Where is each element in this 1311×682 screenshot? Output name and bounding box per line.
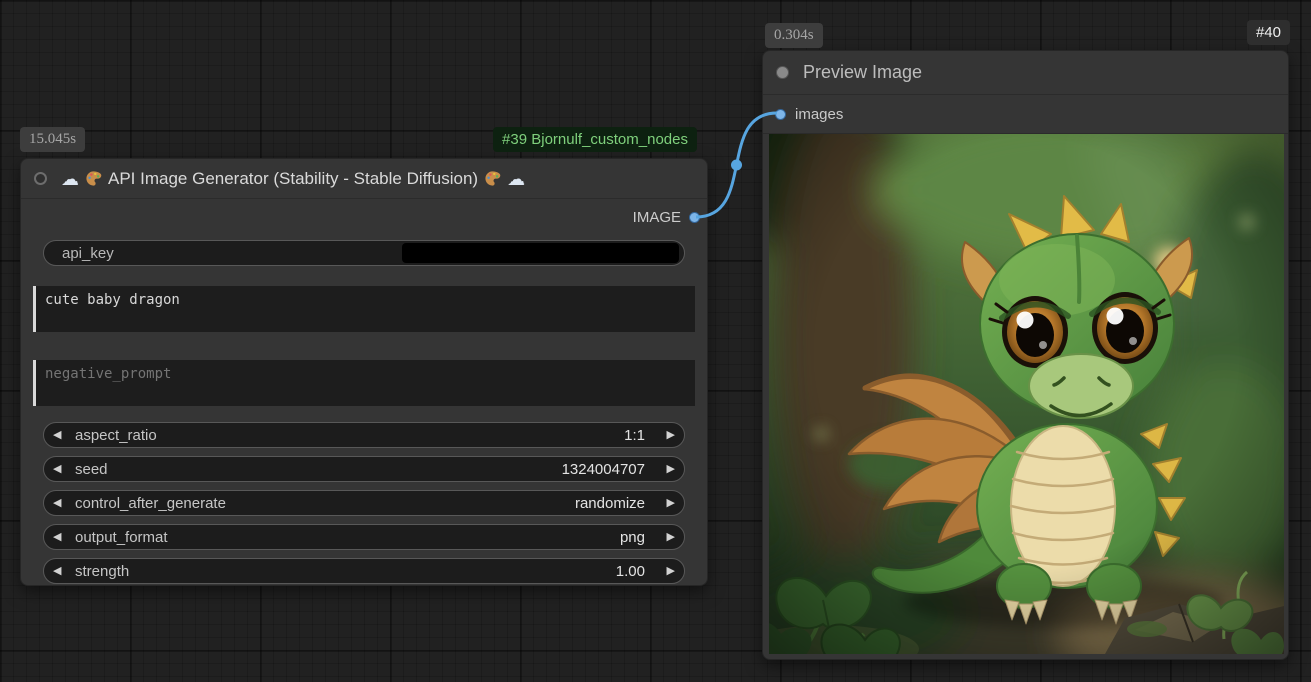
graph-canvas[interactable]: 15.045s #39 Bjornulf_custom_nodes 0.304s… bbox=[0, 0, 1311, 682]
prompt-textarea[interactable]: cute baby dragon bbox=[33, 286, 695, 332]
widget-value: 1.00 bbox=[616, 563, 645, 580]
increment-arrow-icon[interactable]: ▶ bbox=[655, 498, 675, 509]
widget-label: aspect_ratio bbox=[75, 427, 157, 444]
decrement-arrow-icon[interactable]: ◀ bbox=[53, 464, 73, 475]
preview-title: Preview Image bbox=[803, 62, 922, 83]
increment-arrow-icon[interactable]: ▶ bbox=[655, 464, 675, 475]
image-output-label: IMAGE bbox=[633, 209, 681, 226]
exec-time-badge-preview: 0.304s bbox=[765, 23, 823, 48]
decrement-arrow-icon[interactable]: ◀ bbox=[53, 532, 73, 543]
widget-label: output_format bbox=[75, 529, 168, 546]
cloud-icon: ☁ bbox=[507, 170, 525, 188]
link-midpoint-dot bbox=[731, 160, 742, 171]
cloud-icon: ☁ bbox=[61, 170, 79, 188]
widget-control-after-generate[interactable]: ◀ control_after_generate randomize ▶ bbox=[43, 490, 685, 516]
node-type-badge-generator: #39 Bjornulf_custom_nodes bbox=[493, 127, 697, 152]
preview-image bbox=[769, 134, 1284, 654]
decrement-arrow-icon[interactable]: ◀ bbox=[53, 566, 73, 577]
widget-value: 1:1 bbox=[624, 427, 645, 444]
widget-aspect-ratio[interactable]: ◀ aspect_ratio 1:1 ▶ bbox=[43, 422, 685, 448]
widget-seed[interactable]: ◀ seed 1324004707 ▶ bbox=[43, 456, 685, 482]
increment-arrow-icon[interactable]: ▶ bbox=[655, 566, 675, 577]
widget-value: 1324004707 bbox=[562, 461, 645, 478]
preview-header[interactable]: Preview Image bbox=[763, 51, 1288, 95]
images-input-port[interactable] bbox=[775, 109, 786, 120]
widget-strength[interactable]: ◀ strength 1.00 ▶ bbox=[43, 558, 685, 584]
palette-icon bbox=[85, 170, 102, 187]
api-key-masked-value bbox=[402, 243, 679, 263]
prompt-text: cute baby dragon bbox=[45, 292, 180, 308]
widget-label: seed bbox=[75, 461, 108, 478]
widget-output-format[interactable]: ◀ output_format png ▶ bbox=[43, 524, 685, 550]
api-key-label: api_key bbox=[62, 245, 114, 262]
collapse-dot[interactable] bbox=[34, 172, 47, 185]
increment-arrow-icon[interactable]: ▶ bbox=[655, 430, 675, 441]
images-input-row: images bbox=[763, 95, 1288, 134]
node-id-badge-preview: #40 bbox=[1247, 20, 1290, 45]
node-api-image-generator[interactable]: ☁ API Image Generator (Stability - Stabl… bbox=[20, 158, 708, 586]
increment-arrow-icon[interactable]: ▶ bbox=[655, 532, 675, 543]
image-output-port[interactable] bbox=[689, 212, 700, 223]
generated-dragon-image bbox=[769, 134, 1284, 654]
collapse-dot[interactable] bbox=[776, 66, 789, 79]
node-preview-image[interactable]: Preview Image images bbox=[762, 50, 1289, 660]
widget-value: randomize bbox=[575, 495, 645, 512]
generator-title: ☁ API Image Generator (Stability - Stabl… bbox=[61, 169, 525, 189]
negative-prompt-textarea[interactable]: negative_prompt bbox=[33, 360, 695, 406]
generator-header[interactable]: ☁ API Image Generator (Stability - Stabl… bbox=[21, 159, 707, 199]
widget-label: control_after_generate bbox=[75, 495, 226, 512]
negative-prompt-placeholder: negative_prompt bbox=[45, 366, 171, 382]
exec-time-badge-generator: 15.045s bbox=[20, 127, 85, 152]
output-row-image: IMAGE bbox=[21, 206, 707, 230]
widget-value: png bbox=[620, 529, 645, 546]
widget-rows: ◀ aspect_ratio 1:1 ▶ ◀ seed 1324004707 ▶… bbox=[43, 422, 685, 584]
generator-title-text: API Image Generator (Stability - Stable … bbox=[108, 169, 478, 189]
decrement-arrow-icon[interactable]: ◀ bbox=[53, 498, 73, 509]
api-key-widget[interactable]: api_key bbox=[43, 240, 685, 266]
decrement-arrow-icon[interactable]: ◀ bbox=[53, 430, 73, 441]
palette-icon bbox=[484, 170, 501, 187]
widget-label: strength bbox=[75, 563, 129, 580]
images-input-label: images bbox=[795, 106, 843, 123]
